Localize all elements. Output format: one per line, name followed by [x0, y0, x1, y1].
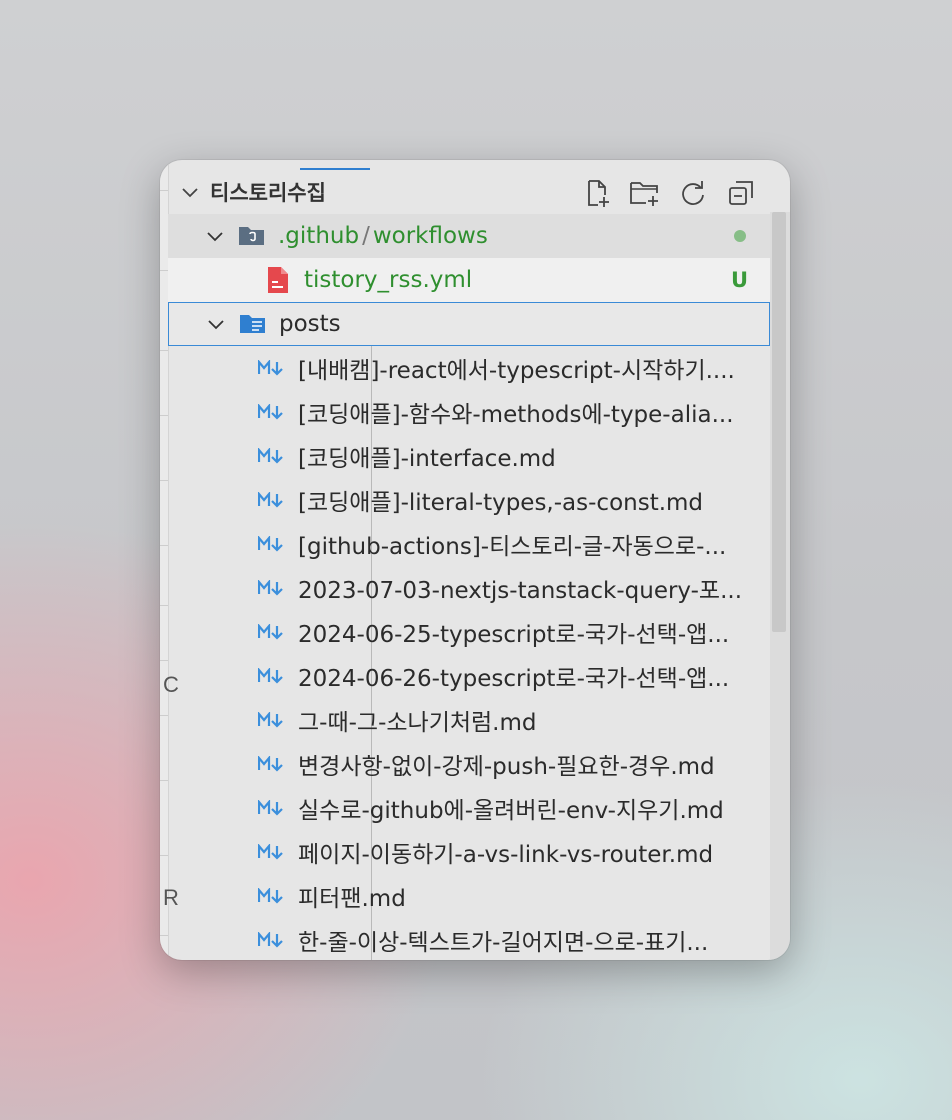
- explorer-window: C R 티스토리수집 .github / workflows tistory_r…: [160, 160, 790, 960]
- scrollbar-thumb[interactable]: [772, 212, 786, 632]
- tree-file-post[interactable]: 2023-07-03-nextjs-tanstack-query-포...: [168, 566, 770, 610]
- tree-file-post[interactable]: 실수로-github에-올려버린-env-지우기.md: [168, 786, 770, 830]
- refresh-icon[interactable]: [676, 178, 710, 208]
- tree-folder-github-workflows[interactable]: .github / workflows: [168, 214, 770, 258]
- file-label: [코딩애플]-interface.md: [298, 446, 556, 472]
- markdown-icon: [258, 534, 288, 554]
- folder-label: posts: [279, 311, 341, 337]
- markdown-icon: [258, 886, 288, 906]
- chevron-down-icon[interactable]: [178, 180, 202, 204]
- markdown-icon: [258, 666, 288, 686]
- new-folder-icon[interactable]: [628, 178, 662, 208]
- workspace-title: 티스토리수집: [210, 181, 326, 205]
- file-label: 피터팬.md: [298, 886, 406, 912]
- untracked-badge: U: [730, 268, 748, 292]
- collapse-all-icon[interactable]: [724, 178, 758, 208]
- file-label: 2024-06-26-typescript로-국가-선택-앱...: [298, 666, 730, 692]
- tree-file-post[interactable]: [코딩애플]-interface.md: [168, 434, 770, 478]
- folder-label-part2: workflows: [372, 223, 488, 249]
- posts-folder-icon: [237, 311, 269, 337]
- tree-file-post[interactable]: [코딩애플]-함수와-methods에-type-alia...: [168, 390, 770, 434]
- tree-file-post[interactable]: 페이지-이동하기-a-vs-link-vs-router.md: [168, 830, 770, 874]
- explorer-actions: [580, 178, 758, 208]
- folder-label: .github / workflows: [278, 223, 488, 249]
- markdown-icon: [258, 622, 288, 642]
- tree-file-post[interactable]: [github-actions]-티스토리-글-자동으로-...: [168, 522, 770, 566]
- tree-file-post[interactable]: 그-때-그-소나기처럼.md: [168, 698, 770, 742]
- markdown-icon: [258, 402, 288, 422]
- file-label: [내배캠]-react에서-typescript-시작하기....: [298, 358, 735, 384]
- tree-file-tistory-rss[interactable]: tistory_rss.yml U: [168, 258, 770, 302]
- chevron-down-icon[interactable]: [204, 225, 226, 247]
- markdown-icon: [258, 358, 288, 378]
- markdown-icon: [258, 710, 288, 730]
- file-label: 변경사항-없이-강제-push-필요한-경우.md: [298, 754, 715, 780]
- file-label: 2023-07-03-nextjs-tanstack-query-포...: [298, 578, 743, 604]
- modified-dot-icon: [734, 230, 746, 242]
- tree-file-post[interactable]: 한-줄-이상-텍스트가-길어지면-으로-표기...: [168, 918, 770, 960]
- file-label: 한-줄-이상-텍스트가-길어지면-으로-표기...: [298, 930, 709, 956]
- tree-folder-posts[interactable]: posts: [168, 302, 770, 346]
- explorer-header[interactable]: 티스토리수집: [168, 170, 770, 214]
- markdown-icon: [258, 754, 288, 774]
- tree-file-post[interactable]: 피터팬.md: [168, 874, 770, 918]
- markdown-icon: [258, 798, 288, 818]
- tree-file-post[interactable]: [내배캠]-react에서-typescript-시작하기....: [168, 346, 770, 390]
- file-label: 그-때-그-소나기처럼.md: [298, 710, 537, 736]
- tree-file-post[interactable]: 2024-06-25-typescript로-국가-선택-앱...: [168, 610, 770, 654]
- markdown-icon: [258, 842, 288, 862]
- path-separator: /: [362, 223, 370, 249]
- file-label: 페이지-이동하기-a-vs-link-vs-router.md: [298, 842, 714, 868]
- file-label: [github-actions]-티스토리-글-자동으로-...: [298, 534, 727, 560]
- markdown-icon: [258, 930, 288, 950]
- chevron-down-icon[interactable]: [205, 313, 227, 335]
- file-label: 2024-06-25-typescript로-국가-선택-앱...: [298, 622, 730, 648]
- file-label: [코딩애플]-함수와-methods에-type-alia...: [298, 402, 734, 428]
- folder-label-part1: .github: [278, 223, 360, 249]
- tree-file-post[interactable]: [코딩애플]-literal-types,-as-const.md: [168, 478, 770, 522]
- yaml-file-icon: [262, 267, 294, 293]
- github-folder-icon: [236, 223, 268, 249]
- file-label: [코딩애플]-literal-types,-as-const.md: [298, 490, 704, 516]
- markdown-icon: [258, 578, 288, 598]
- markdown-icon: [258, 490, 288, 510]
- new-file-icon[interactable]: [580, 178, 614, 208]
- file-label: 실수로-github에-올려버린-env-지우기.md: [298, 798, 724, 824]
- tree-file-post[interactable]: 변경사항-없이-강제-push-필요한-경우.md: [168, 742, 770, 786]
- file-label: tistory_rss.yml: [304, 267, 473, 293]
- tree-file-post[interactable]: 2024-06-26-typescript로-국가-선택-앱...: [168, 654, 770, 698]
- markdown-icon: [258, 446, 288, 466]
